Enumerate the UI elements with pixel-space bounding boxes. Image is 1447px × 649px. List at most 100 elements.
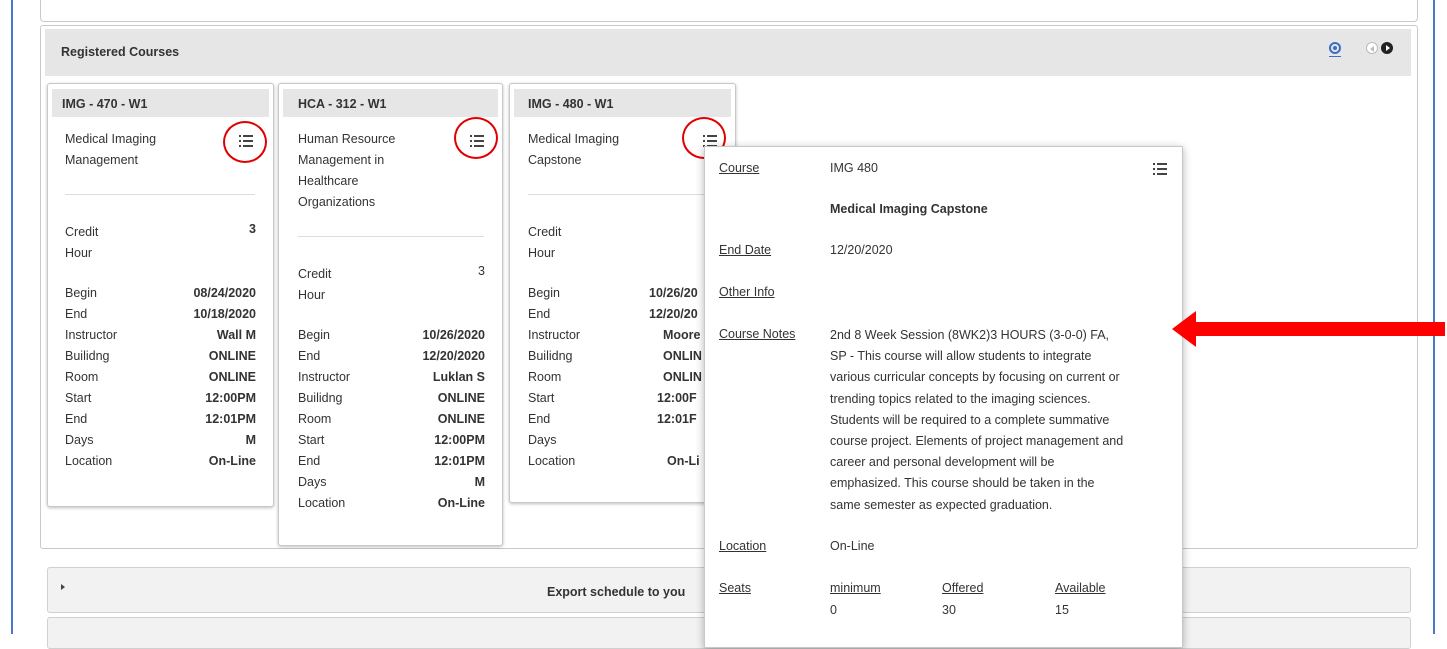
instructor-label: Instructor <box>65 328 118 342</box>
panel-title: Registered Courses <box>61 45 180 59</box>
title-line: Capstone <box>528 153 582 167</box>
annotation-arrow-shaft <box>1194 322 1445 336</box>
room-label: Room <box>298 412 332 426</box>
instructor-value: Moore <box>663 328 701 342</box>
building-label: Builidng <box>298 391 343 405</box>
export-schedule-label[interactable]: Export schedule to you <box>547 585 685 599</box>
end-time-value: 12:01PM <box>205 412 256 426</box>
title-line: Management <box>65 153 138 167</box>
end-time-value: 12:01F <box>657 412 697 426</box>
label-line: Credit <box>65 225 99 239</box>
title-line: Human Resource <box>298 132 396 146</box>
notes-line: career and personal development will be <box>830 455 1055 470</box>
begin-label: Begin <box>528 286 560 300</box>
days-label: Days <box>65 433 94 447</box>
annotation-circle <box>223 121 267 163</box>
panel-header <box>45 29 1411 76</box>
location-label[interactable]: Location <box>719 539 766 553</box>
notes-line: Students will be required to a complete … <box>830 412 1110 427</box>
previous-panel <box>40 0 1418 22</box>
expand-caret-icon[interactable] <box>61 584 65 590</box>
instructor-label: Instructor <box>528 328 581 342</box>
end-value: 12/20/2020 <box>422 349 485 363</box>
course-code: HCA - 312 - W1 <box>298 97 387 111</box>
building-label: Builidng <box>65 349 110 363</box>
days-label: Days <box>298 475 327 489</box>
label-line: Hour <box>298 288 326 302</box>
credit-value: 3 <box>478 264 485 278</box>
start-value: 12:00PM <box>434 433 485 447</box>
end-label: End <box>528 307 551 321</box>
end-time-label: End <box>298 454 321 468</box>
title-line: Management in <box>298 153 385 167</box>
notes-line: same semester as expected graduation. <box>830 497 1053 512</box>
start-label: Start <box>528 391 555 405</box>
location-label: Location <box>298 496 346 510</box>
instructor-value: Luklan S <box>432 370 485 384</box>
title-line: Healthcare <box>298 174 359 188</box>
seats-offered-header: Offered <box>942 581 984 595</box>
notes-line: various curricular concepts by focusing … <box>830 370 1120 385</box>
location-label: Location <box>65 454 113 468</box>
course-title: Human Resource Management in Healthcare … <box>298 129 428 213</box>
location-value: On-Line <box>208 454 256 468</box>
end-label: End <box>65 307 88 321</box>
annotation-arrow-icon <box>1172 311 1196 347</box>
notes-line: trending topics related to the imaging s… <box>830 391 1091 406</box>
divider <box>298 236 484 237</box>
course-name: Medical Imaging Capstone <box>830 202 988 216</box>
begin-value: 10/26/2020 <box>422 328 485 342</box>
course-value: IMG 480 <box>830 161 878 175</box>
begin-value: 10/26/20 <box>649 286 698 300</box>
credit-value: 3 <box>249 222 256 236</box>
end-time-label: End <box>65 412 88 426</box>
credit-hour-label: Credit Hour <box>528 222 561 264</box>
start-label: Start <box>65 391 92 405</box>
room-label: Room <box>528 370 562 384</box>
room-value: ONLIN <box>663 370 702 384</box>
room-value: ONLINE <box>437 412 485 426</box>
instructor-value: Wall M <box>216 328 256 342</box>
credit-hour-label: Credit Hour <box>65 222 98 264</box>
label-line: Hour <box>65 246 93 260</box>
notes-line: course project. Elements of project mana… <box>830 434 1124 449</box>
course-detail-popup: Course IMG 480 Medical Imaging Capstone … <box>704 146 1183 648</box>
course-title: Medical Imaging Capstone <box>528 129 658 171</box>
end-value: 12/20/20 <box>649 307 698 321</box>
label-line: Hour <box>528 246 556 260</box>
end-date-value: 12/20/2020 <box>830 243 893 257</box>
title-line: Organizations <box>298 195 376 209</box>
target-icon[interactable] <box>1329 42 1341 57</box>
course-code: IMG - 470 - W1 <box>62 97 148 111</box>
notes-line: SP - This course will allow students to … <box>830 349 1092 364</box>
room-value: ONLINE <box>208 370 256 384</box>
course-code: IMG - 480 - W1 <box>528 97 614 111</box>
days-value: M <box>245 433 256 447</box>
left-border <box>11 0 13 634</box>
label-line: Credit <box>528 225 562 239</box>
location-value: On-Line <box>437 496 485 510</box>
end-date-label[interactable]: End Date <box>719 243 771 257</box>
details-list-icon[interactable] <box>1153 163 1167 175</box>
course-notes-label[interactable]: Course Notes <box>719 327 795 341</box>
divider <box>528 194 718 195</box>
seats-label[interactable]: Seats <box>719 581 751 595</box>
seats-offered-value: 30 <box>942 603 956 617</box>
start-value: 12:00F <box>657 391 697 405</box>
title-line: Medical Imaging <box>65 132 157 146</box>
notes-line: emphasized. This course should be taken … <box>830 476 1095 491</box>
days-value: M <box>474 475 485 489</box>
divider <box>65 194 255 195</box>
room-label: Room <box>65 370 99 384</box>
end-value: 10/18/2020 <box>193 307 256 321</box>
seats-available-value: 15 <box>1055 603 1069 617</box>
next-icon[interactable] <box>1381 42 1393 54</box>
seats-minimum-value: 0 <box>830 603 837 617</box>
building-value: ONLINE <box>208 349 256 363</box>
previous-icon[interactable] <box>1366 42 1378 54</box>
course-label[interactable]: Course <box>719 161 759 175</box>
other-info-label[interactable]: Other Info <box>719 285 775 299</box>
start-value: 12:00PM <box>205 391 256 405</box>
location-value: On-Li <box>667 454 700 468</box>
location-label: Location <box>528 454 576 468</box>
